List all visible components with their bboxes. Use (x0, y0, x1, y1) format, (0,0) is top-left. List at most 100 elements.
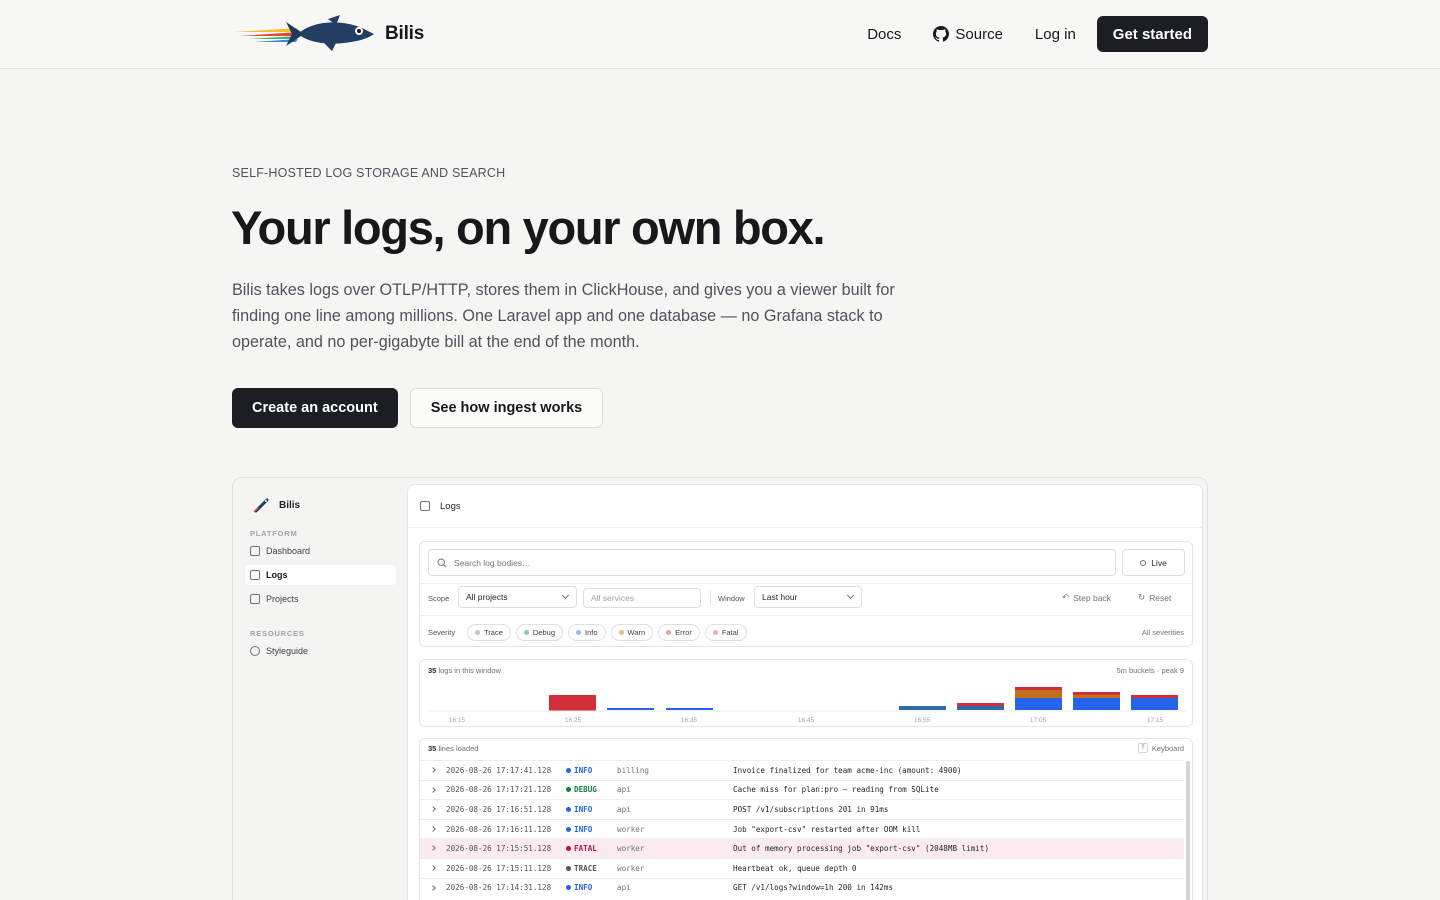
brand-logo[interactable]: Bilis (232, 14, 424, 54)
chevron-right-icon[interactable] (430, 884, 436, 891)
histogram-count: 35 (428, 666, 437, 675)
histogram-tick-label: 16:25 (565, 717, 582, 724)
app-brand[interactable]: Bilis (253, 496, 300, 514)
severity-chip-warn[interactable]: Warn (610, 624, 654, 641)
chevron-right-icon[interactable] (430, 845, 436, 852)
search-placeholder: Search log bodies… (454, 557, 531, 568)
sidebar-item-dashboard[interactable]: Dashboard (245, 541, 396, 561)
histogram-bar-info (1131, 698, 1178, 710)
log-message: Cache miss for plan:pro — reading from S… (733, 785, 939, 795)
sidebar-section-resources: RESOURCES (250, 629, 305, 638)
app-sidebar: Bilis PLATFORM Dashboard Logs Projects R… (233, 478, 405, 900)
log-count-number: 35 (428, 744, 437, 753)
get-started-button[interactable]: Get started (1096, 16, 1208, 52)
search-icon (437, 557, 447, 567)
histogram-tick-label: 16:55 (914, 717, 931, 724)
log-row[interactable]: 2026-08-26 17:17:41.128 INFO billing Invoic… (420, 760, 1184, 780)
severity-dot-icon (566, 806, 571, 812)
sidebar-toggle-icon[interactable] (420, 501, 430, 511)
log-timestamp: 2026-08-26 17:17:41.128 (446, 765, 552, 775)
histogram-bar-error (1073, 692, 1120, 695)
divider (420, 615, 1192, 616)
severity-chip-info[interactable]: Info (568, 624, 606, 641)
scope-select[interactable]: All projects (458, 586, 577, 608)
severity-chip-debug[interactable]: Debug (515, 624, 564, 641)
log-service: api (617, 785, 631, 795)
search-input[interactable]: Search log bodies… (428, 549, 1116, 576)
log-scrollbar[interactable] (1186, 761, 1190, 900)
log-message: Out of memory processing job "export-csv… (733, 844, 990, 854)
severity-dot-icon (566, 767, 571, 773)
services-input[interactable]: All services (583, 588, 701, 608)
log-severity: INFO (566, 766, 592, 775)
log-severity: INFO (566, 883, 592, 892)
chevron-right-icon[interactable] (430, 825, 436, 832)
folder-icon (250, 594, 260, 604)
histogram-bar-error (1015, 687, 1062, 690)
histogram-chart[interactable]: 16:15 16:25 16:35 16:45 16:55 17:05 17:1… (420, 660, 1194, 728)
log-row[interactable]: 2026-08-26 17:15:51.128 FATAL worker Out of… (420, 838, 1184, 858)
sidebar-item-logs[interactable]: Logs (245, 565, 396, 585)
severity-chip-trace[interactable]: Trace (467, 624, 511, 641)
window-value: Last hour (762, 592, 798, 602)
chevron-right-icon[interactable] (430, 806, 436, 813)
top-nav: Bilis Docs Source Log in Get started (0, 0, 1440, 69)
brand-name: Bilis (385, 23, 425, 44)
log-severity-label: INFO (574, 804, 593, 814)
chevron-right-icon[interactable] (430, 767, 436, 773)
log-timestamp: 2026-08-26 17:15:11.128 (446, 863, 552, 873)
severity-label: Severity (428, 628, 456, 637)
nav-links: Docs Source Log in Get started (867, 16, 1208, 52)
keyboard-label: Keyboard (1151, 743, 1184, 753)
log-row[interactable]: 2026-08-26 17:16:11.128 INFO worker Job "ex… (420, 818, 1184, 839)
log-severity-label: INFO (574, 765, 593, 775)
log-count: 35 lines loaded (428, 744, 478, 753)
histogram-bar-info (899, 706, 946, 710)
log-row[interactable]: 2026-08-26 17:17:21.128 DEBUG api Cache mis… (420, 779, 1184, 800)
sidebar-item-styleguide[interactable]: Styleguide (245, 641, 396, 661)
severity-dot-icon (566, 787, 571, 793)
chevron-right-icon[interactable] (430, 786, 436, 793)
ingest-docs-button[interactable]: See how ingest works (409, 388, 604, 428)
log-message: Heartbeat ok, queue depth 0 (733, 863, 857, 873)
nav-login-link[interactable]: Log in (1035, 26, 1076, 43)
hero-eyebrow: SELF-HOSTED LOG STORAGE AND SEARCH (232, 166, 506, 180)
histogram-tick-label: 16:35 (681, 717, 698, 724)
chevron-down-icon (561, 591, 570, 600)
window-select[interactable]: Last hour (754, 586, 862, 608)
severity-dot-icon (566, 846, 571, 852)
reset-button[interactable]: ↻ Reset (1138, 592, 1171, 603)
log-severity: INFO (566, 805, 592, 814)
log-row[interactable]: 2026-08-26 17:14:31.128 INFO api GET /v1/lo… (420, 877, 1184, 898)
page-header: Logs (408, 485, 1202, 528)
log-service: worker (617, 863, 645, 873)
live-toggle-button[interactable]: Live (1122, 549, 1185, 576)
chip-label: Error (675, 628, 692, 637)
step-back-button[interactable]: ↶ Step back (1062, 592, 1111, 603)
debug-dot-icon (523, 630, 529, 635)
log-message: Invoice finalized for team acme-inc (amo… (733, 765, 962, 775)
app-main: Logs Search log bodies… Live Scope All p… (407, 484, 1203, 900)
create-account-button[interactable]: Create an account (232, 388, 398, 428)
log-row[interactable]: 2026-08-26 17:16:51.128 INFO api POST /v1/s… (420, 799, 1184, 819)
log-message: POST /v1/subscriptions 201 in 91ms (733, 804, 889, 814)
log-row[interactable]: 2026-08-26 17:15:11.128 TRACE worker Heartb… (420, 857, 1184, 878)
nav-source-link[interactable]: Source (933, 26, 1003, 43)
sidebar-item-projects[interactable]: Projects (245, 589, 396, 609)
severity-chip-error[interactable]: Error (658, 624, 700, 641)
keyboard-shortcuts-button[interactable]: ? Keyboard (1137, 743, 1184, 753)
nav-docs-link[interactable]: Docs (867, 26, 901, 43)
all-severities-link[interactable]: All severities (1142, 628, 1184, 637)
histogram-bar-info (607, 708, 654, 710)
log-histogram: 16:15 16:25 16:35 16:45 16:55 17:05 17:1… (419, 659, 1193, 727)
histogram-tick-label: 16:45 (798, 717, 815, 724)
histogram-bar-info (957, 706, 1004, 710)
severity-chip-fatal[interactable]: Fatal (704, 624, 747, 641)
grid-icon (250, 546, 260, 556)
histogram-tick-label: 17:05 (1030, 717, 1047, 724)
chip-label: Trace (484, 628, 503, 637)
divider (420, 583, 1192, 584)
chevron-right-icon[interactable] (430, 865, 436, 871)
histogram-bar-error (549, 695, 596, 711)
fatal-dot-icon (712, 630, 718, 635)
